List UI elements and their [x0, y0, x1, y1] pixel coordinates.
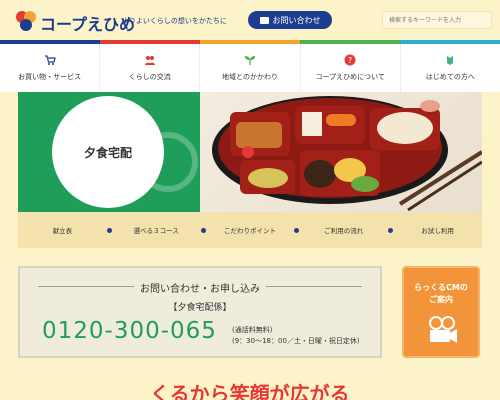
- cm-button-line1: らっくるCMの: [414, 283, 468, 292]
- nav-item-community[interactable]: 地域とのかかわり: [200, 44, 301, 92]
- people-icon: [144, 56, 155, 65]
- global-nav: お買い物・サービス くらしの交流 地域とのかかわり ? コープえひめについて は…: [0, 44, 500, 92]
- nav-label: くらしの交流: [128, 73, 171, 81]
- tagline: よりよいくらしの想いをかたちに: [122, 17, 227, 25]
- hero-title-panel: 夕食宅配: [18, 92, 200, 212]
- submenu-item-trial[interactable]: お試し利用: [393, 212, 482, 248]
- submenu-item-courses[interactable]: 選べる３コース: [112, 212, 201, 248]
- submenu-item-points[interactable]: こだわりポイント: [206, 212, 295, 248]
- nav-item-beginners[interactable]: はじめての方へ: [401, 44, 500, 92]
- question-icon: ?: [344, 54, 356, 66]
- leaf-icon: [447, 56, 454, 65]
- contact-panel-title: お問い合わせ・お申し込み: [20, 280, 380, 295]
- cm-button-line2: ご案内: [429, 295, 453, 304]
- nav-label: コープえひめについて: [315, 73, 385, 81]
- submenu-item-menu[interactable]: 献立表: [18, 212, 107, 248]
- brand-name[interactable]: コープえひめ: [40, 11, 135, 35]
- hero-title: 夕食宅配: [52, 96, 164, 208]
- nav-label: お買い物・サービス: [18, 73, 82, 81]
- section-headline: くるから笑顔が広がる: [150, 382, 350, 400]
- toll-free-note: (通話料無料): [232, 326, 273, 334]
- contact-button[interactable]: お問い合わせ: [248, 11, 332, 29]
- movie-camera-icon: [429, 316, 457, 343]
- phone-number[interactable]: 0120-300-065: [42, 318, 217, 344]
- contact-panel: お問い合わせ・お申し込み 【夕食宅配係】 0120-300-065 (通話料無料…: [18, 266, 382, 358]
- nav-label: 地域とのかかわり: [222, 73, 278, 81]
- site-header: コープえひめ よりよいくらしの想いをかたちに お問い合わせ: [0, 0, 500, 40]
- cart-icon: [44, 55, 56, 65]
- search-input[interactable]: [382, 11, 492, 29]
- svg-text:?: ?: [348, 56, 352, 65]
- coop-logo[interactable]: [14, 9, 38, 33]
- submenu-item-flow[interactable]: ご利用の流れ: [299, 212, 388, 248]
- hero-banner: 夕食宅配: [0, 92, 500, 212]
- sprout-icon: [245, 56, 255, 65]
- nav-item-shopping[interactable]: お買い物・サービス: [0, 44, 101, 92]
- bento-photo: [200, 92, 482, 212]
- contact-panel-subtitle: 【夕食宅配係】: [168, 303, 232, 313]
- bento-image: [212, 96, 482, 212]
- nav-label: はじめての方へ: [425, 73, 475, 81]
- contact-button-label: お問い合わせ: [272, 15, 321, 25]
- cm-guide-button[interactable]: らっくるCMの ご案内: [402, 266, 480, 358]
- mail-icon: [259, 16, 269, 24]
- service-submenu: 献立表 選べる３コース こだわりポイント ご利用の流れ お試し利用: [18, 212, 482, 248]
- business-hours-note: (9：30～18：00／土・日曜・祝日定休): [232, 337, 360, 345]
- nav-item-about[interactable]: ? コープえひめについて: [301, 44, 401, 92]
- nav-item-exchange[interactable]: くらしの交流: [100, 44, 201, 92]
